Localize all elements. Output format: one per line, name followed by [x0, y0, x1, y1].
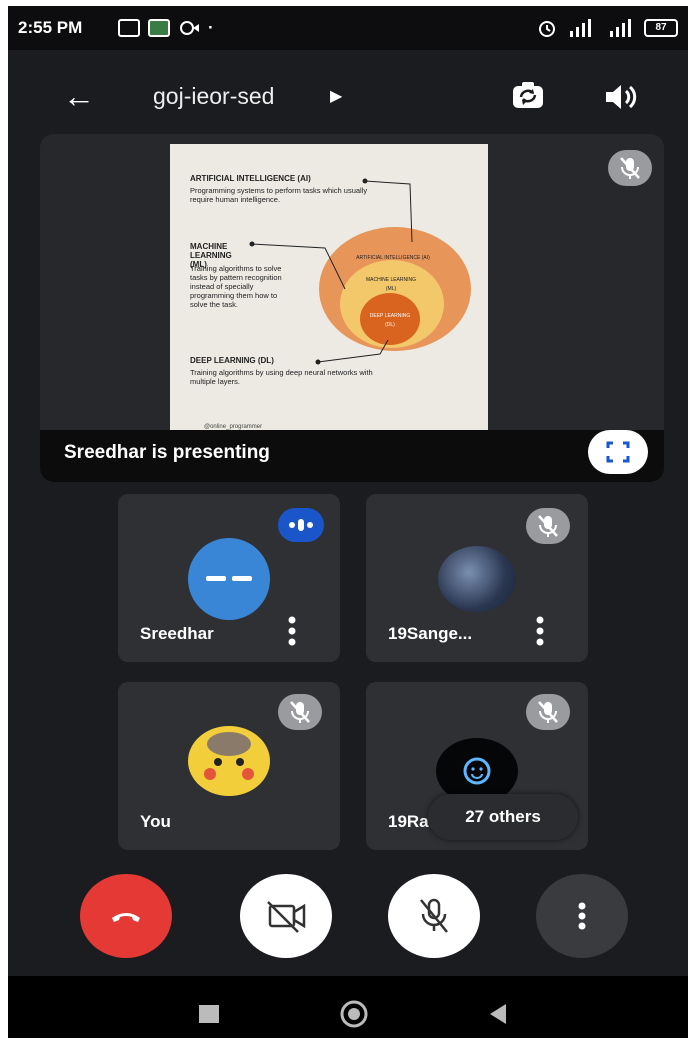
avatar-19sange — [438, 546, 516, 612]
venn-inner-label: DEEP LEARNING (DL) — [369, 313, 411, 328]
back-arrow-icon[interactable]: ← — [63, 80, 95, 112]
presentation-slide: ARTIFICIAL INTELLIGENCE (AI) Programming… — [170, 144, 488, 440]
meeting-title[interactable]: goj-ieor-sed — [153, 83, 274, 110]
phone-screen: 2:55 PM · 87 ← goj-ieor-sed ▶ ARTIFICIAL… — [8, 6, 688, 1038]
presenter-label: Sreedhar is presenting — [64, 442, 270, 463]
fullscreen-icon — [606, 441, 630, 463]
presenter-bar: Sreedhar is presenting — [40, 430, 664, 482]
more-options-button[interactable] — [536, 874, 628, 958]
dot-icon: · — [208, 18, 214, 37]
avatar-you — [188, 726, 270, 796]
camera-off-icon — [267, 901, 306, 933]
more-vert-icon[interactable] — [536, 616, 544, 646]
status-notification-icons: · — [118, 18, 214, 38]
presentation-mic-off-icon — [608, 150, 652, 186]
speaker-icon[interactable] — [602, 79, 642, 115]
more-vert-icon — [578, 902, 586, 930]
camera-toggle-button[interactable] — [240, 874, 332, 958]
alarm-icon — [539, 21, 555, 37]
end-call-button[interactable] — [80, 874, 172, 958]
signal-2-icon — [610, 19, 631, 37]
back-nav-icon[interactable] — [486, 1002, 508, 1026]
mic-off-icon — [526, 694, 570, 730]
signal-icon — [570, 19, 591, 37]
system-nav-bar — [8, 976, 688, 1038]
ai-venn-diagram — [249, 178, 471, 365]
video-notification-icon — [180, 21, 199, 35]
mic-off-icon — [278, 694, 322, 730]
status-right-icons: 87 — [536, 18, 678, 38]
others-count-button[interactable]: 27 others — [428, 794, 578, 840]
status-bar: 2:55 PM · 87 — [8, 6, 688, 50]
avatar-sreedhar — [188, 538, 270, 620]
caret-right-icon[interactable]: ▶ — [330, 86, 342, 106]
switch-camera-icon[interactable] — [510, 78, 546, 114]
image-notification-icon — [148, 19, 170, 37]
more-vert-icon[interactable] — [288, 616, 296, 646]
home-icon[interactable] — [338, 998, 370, 1030]
status-time: 2:55 PM — [18, 18, 83, 37]
battery-icon: 87 — [644, 19, 678, 37]
mic-toggle-button[interactable] — [388, 874, 480, 958]
participant-name: Sreedhar — [140, 624, 214, 643]
venn-outer-label: ARTIFICIAL INTELLIGENCE (AI) — [356, 255, 430, 261]
participant-name: 19Sange... — [388, 624, 473, 643]
end-call-icon — [112, 913, 140, 922]
participant-tile-you[interactable]: You — [118, 682, 340, 850]
venn-middle-label: MACHINE LEARNING (ML) — [366, 277, 417, 292]
participant-name: You — [140, 812, 171, 831]
mic-off-icon — [420, 898, 448, 933]
participant-name: 19Ra — [388, 812, 429, 831]
recents-icon[interactable] — [198, 1004, 220, 1024]
presentation-card[interactable]: ARTIFICIAL INTELLIGENCE (AI) Programming… — [40, 134, 664, 482]
participant-tile-sreedhar[interactable]: Sreedhar — [118, 494, 340, 662]
participant-tile-19sange[interactable]: 19Sange... — [366, 494, 588, 662]
mic-off-icon — [526, 508, 570, 544]
notification-icon — [118, 19, 140, 37]
fullscreen-button[interactable] — [588, 430, 648, 474]
meeting-top-bar: ← goj-ieor-sed ▶ — [8, 50, 688, 140]
speaking-indicator-icon — [278, 508, 324, 542]
